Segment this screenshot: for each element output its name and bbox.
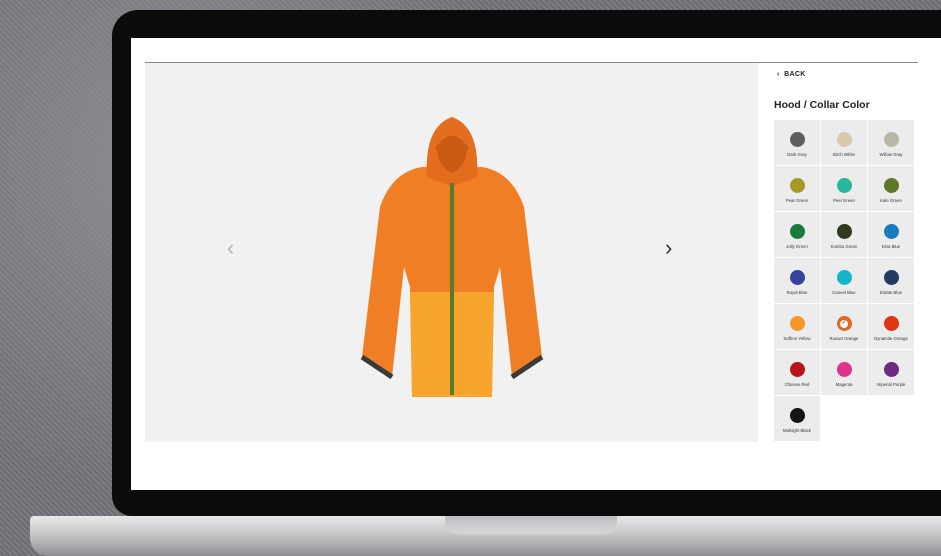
swatch-label: Birch White bbox=[833, 152, 855, 157]
color-swatch[interactable]: Kale Green bbox=[868, 166, 914, 211]
color-swatch[interactable]: Saffron Yellow bbox=[774, 304, 820, 349]
swatch-label: Russet Orange bbox=[829, 336, 859, 341]
swatch-label: Imperial Purple bbox=[876, 382, 906, 387]
swatch-label: Saffron Yellow bbox=[783, 336, 811, 341]
swatch-label: Peel Green bbox=[833, 198, 855, 203]
swatch-color-circle bbox=[789, 224, 805, 239]
swatch-color-circle bbox=[789, 270, 805, 285]
swatch-color-circle bbox=[883, 178, 899, 193]
color-swatch[interactable]: Estate Blue bbox=[868, 258, 914, 303]
back-label: BACK bbox=[784, 71, 806, 78]
swatch-color-circle: ✓ bbox=[836, 316, 852, 331]
swatch-color-circle bbox=[883, 270, 899, 285]
color-swatch[interactable]: Royal Blue bbox=[774, 258, 820, 303]
swatch-color-circle bbox=[789, 362, 805, 377]
swatch-label: Dynamite Orange bbox=[874, 336, 908, 341]
color-swatch[interactable]: ✓ Russet Orange bbox=[821, 304, 867, 349]
color-swatch[interactable]: Birch White bbox=[821, 120, 867, 165]
swatch-color-circle bbox=[789, 178, 805, 193]
color-swatch[interactable]: Dark Gray bbox=[774, 120, 820, 165]
color-swatch[interactable]: Willow Gray bbox=[868, 120, 914, 165]
swatch-label: Dark Gray bbox=[787, 152, 807, 157]
swatch-label: Kale Green bbox=[880, 198, 902, 203]
checkmark-icon: ✓ bbox=[841, 320, 847, 326]
swatch-label: Midnight Black bbox=[783, 428, 811, 433]
swatch-label: Magenta bbox=[835, 382, 853, 387]
swatch-color-circle bbox=[836, 362, 852, 377]
panel-title: Hood / Collar Color bbox=[774, 99, 870, 111]
color-swatch[interactable]: Magenta bbox=[821, 350, 867, 395]
swatch-label: Chinese Red bbox=[784, 382, 810, 387]
swatch-label: Kombu Green bbox=[830, 244, 858, 249]
swatch-color-circle bbox=[883, 224, 899, 239]
swatch-label: Royal Blue bbox=[786, 290, 808, 295]
color-swatch[interactable]: Kombu Green bbox=[821, 212, 867, 257]
swatch-color-circle bbox=[836, 178, 852, 193]
swatch-label: Caneel Blue bbox=[832, 290, 856, 295]
previous-image-arrow-icon[interactable]: ‹ bbox=[227, 237, 234, 259]
color-swatch-grid: Dark Gray Birch White Willow Gray Pear Gree… bbox=[774, 120, 914, 441]
laptop-screen: ‹ › ‹ BACK Hood / Collar Color Dark Gray… bbox=[131, 38, 941, 490]
back-button[interactable]: ‹ BACK bbox=[777, 71, 806, 78]
jacket-image bbox=[360, 117, 544, 397]
swatch-color-circle bbox=[789, 132, 805, 147]
swatch-label: Estate Blue bbox=[880, 290, 902, 295]
color-swatch[interactable]: Jolly Green bbox=[774, 212, 820, 257]
swatch-label: Jolly Green bbox=[786, 244, 808, 249]
product-image-viewer: ‹ › bbox=[145, 63, 758, 462]
swatch-color-circle bbox=[836, 132, 852, 147]
next-image-arrow-icon[interactable]: › bbox=[665, 237, 672, 259]
swatch-color-circle bbox=[883, 362, 899, 377]
chevron-left-icon: ‹ bbox=[777, 71, 780, 78]
color-swatch[interactable]: Caneel Blue bbox=[821, 258, 867, 303]
swatch-color-circle bbox=[836, 224, 852, 239]
color-swatch[interactable]: Diva Blue bbox=[868, 212, 914, 257]
color-swatch[interactable]: Chinese Red bbox=[774, 350, 820, 395]
swatch-color-circle bbox=[883, 316, 899, 331]
color-swatch[interactable]: Imperial Purple bbox=[868, 350, 914, 395]
swatch-color-circle bbox=[836, 270, 852, 285]
color-options-panel: ‹ BACK Hood / Collar Color Dark Gray Birc… bbox=[758, 63, 941, 490]
swatch-color-circle bbox=[789, 316, 805, 331]
swatch-label: Pear Green bbox=[785, 198, 809, 203]
laptop-hinge-notch bbox=[445, 516, 617, 534]
swatch-label: Diva Blue bbox=[881, 244, 901, 249]
swatch-color-circle bbox=[789, 408, 805, 423]
color-swatch[interactable]: Peel Green bbox=[821, 166, 867, 211]
color-swatch[interactable]: Dynamite Orange bbox=[868, 304, 914, 349]
color-swatch[interactable]: Midnight Black bbox=[774, 396, 820, 441]
color-swatch[interactable]: Pear Green bbox=[774, 166, 820, 211]
swatch-color-circle bbox=[883, 132, 899, 147]
swatch-label: Willow Gray bbox=[879, 152, 903, 157]
